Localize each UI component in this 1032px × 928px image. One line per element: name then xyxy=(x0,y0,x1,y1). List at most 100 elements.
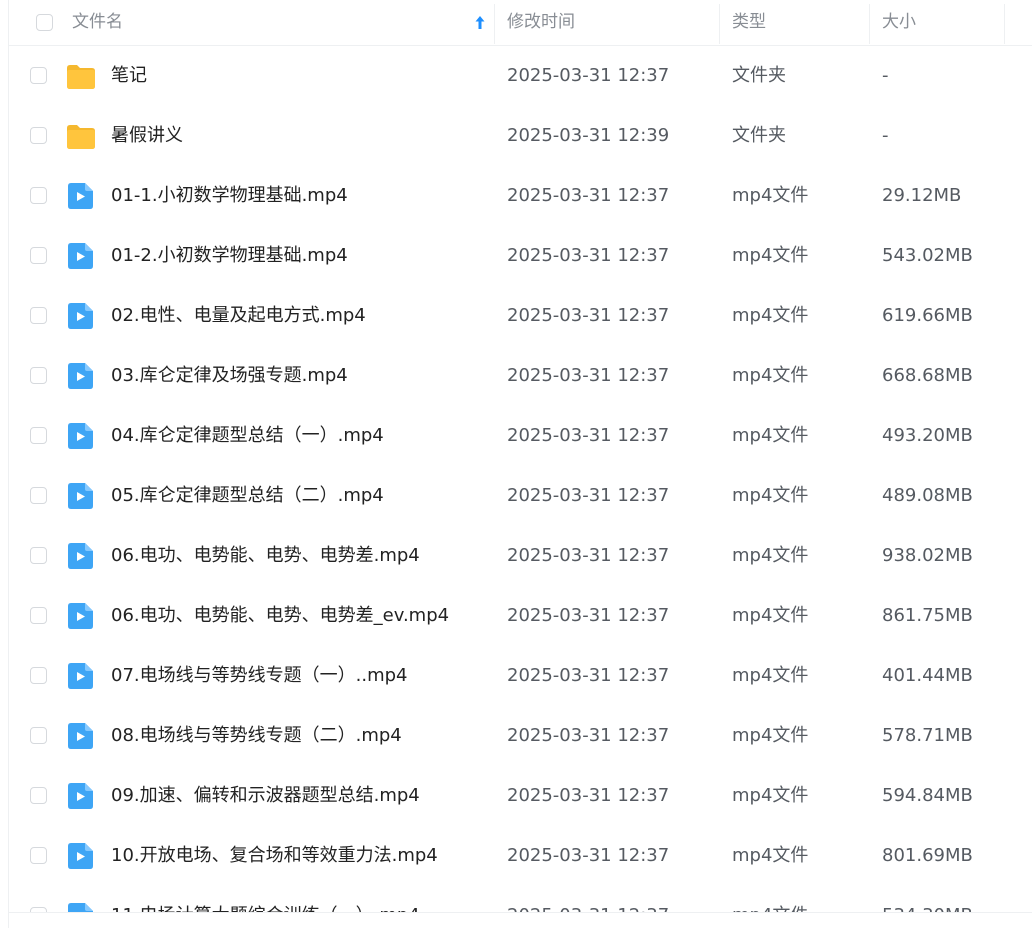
file-type: mp4文件 xyxy=(732,365,809,386)
row-checkbox[interactable] xyxy=(30,247,47,264)
file-modified-time: 2025-03-31 12:37 xyxy=(507,425,670,446)
row-checkbox[interactable] xyxy=(30,487,47,504)
row-checkbox[interactable] xyxy=(30,367,47,384)
list-bottom-fade xyxy=(9,913,1032,928)
video-file-icon xyxy=(68,303,93,329)
file-size: 489.08MB xyxy=(882,485,973,506)
column-header-name[interactable]: 文件名 xyxy=(72,0,123,45)
file-row[interactable]: 04.库仑定律题型总结（一）.mp4 2025-03-31 12:37 mp4文件 4… xyxy=(9,406,1032,466)
file-type: mp4文件 xyxy=(732,245,809,266)
row-checkbox[interactable] xyxy=(30,187,47,204)
row-checkbox[interactable] xyxy=(30,547,47,564)
file-name[interactable]: 07.电场线与等势线专题（一）..mp4 xyxy=(111,646,407,706)
column-divider[interactable] xyxy=(494,4,495,44)
video-file-icon xyxy=(68,363,93,389)
file-size: 801.69MB xyxy=(882,845,973,866)
file-name[interactable]: 04.库仑定律题型总结（一）.mp4 xyxy=(111,406,384,466)
file-type: mp4文件 xyxy=(732,725,809,746)
video-file-icon xyxy=(68,663,93,689)
video-file-icon xyxy=(68,543,93,569)
column-header-type[interactable]: 类型 xyxy=(732,0,766,45)
file-name[interactable]: 09.加速、偏转和示波器题型总结.mp4 xyxy=(111,766,420,826)
file-size: 578.71MB xyxy=(882,725,973,746)
row-checkbox[interactable] xyxy=(30,667,47,684)
file-size: 29.12MB xyxy=(882,185,962,206)
folder-icon xyxy=(67,65,95,89)
file-row[interactable]: 06.电功、电势能、电势、电势差_ev.mp4 2025-03-31 12:37 m… xyxy=(9,586,1032,646)
file-name[interactable]: 10.开放电场、复合场和等效重力法.mp4 xyxy=(111,826,438,886)
file-modified-time: 2025-03-31 12:37 xyxy=(507,785,670,806)
file-modified-time: 2025-03-31 12:37 xyxy=(507,605,670,626)
select-all-checkbox[interactable] xyxy=(36,14,53,31)
file-size: 401.44MB xyxy=(882,665,973,686)
video-file-icon xyxy=(68,243,93,269)
file-row[interactable]: 10.开放电场、复合场和等效重力法.mp4 2025-03-31 12:37 mp4… xyxy=(9,826,1032,886)
row-checkbox[interactable] xyxy=(30,847,47,864)
file-name[interactable]: 02.电性、电量及起电方式.mp4 xyxy=(111,286,366,346)
row-checkbox[interactable] xyxy=(30,307,47,324)
file-name[interactable]: 05.库仑定律题型总结（二）.mp4 xyxy=(111,466,384,526)
file-modified-time: 2025-03-31 12:37 xyxy=(507,665,670,686)
file-size: 861.75MB xyxy=(882,605,973,626)
video-file-icon xyxy=(68,783,93,809)
file-type: mp4文件 xyxy=(732,845,809,866)
file-type: 文件夹 xyxy=(732,125,786,146)
file-list: 笔记 2025-03-31 12:37 文件夹 - 暑假讲义 2025-03-31 12:… xyxy=(9,46,1032,928)
row-checkbox[interactable] xyxy=(30,607,47,624)
file-type: mp4文件 xyxy=(732,425,809,446)
file-list-page: 文件名 修改时间 类型 大小 笔记 2025-03-31 12:37 文件夹 - 暑假讲… xyxy=(0,0,1032,928)
file-type: mp4文件 xyxy=(732,185,809,206)
file-row[interactable]: 暑假讲义 2025-03-31 12:39 文件夹 - xyxy=(9,106,1032,166)
file-row[interactable]: 03.库仑定律及场强专题.mp4 2025-03-31 12:37 mp4文件 668… xyxy=(9,346,1032,406)
file-name[interactable]: 06.电功、电势能、电势、电势差_ev.mp4 xyxy=(111,586,449,646)
column-header-size[interactable]: 大小 xyxy=(882,0,916,45)
file-type: mp4文件 xyxy=(732,665,809,686)
file-row[interactable]: 笔记 2025-03-31 12:37 文件夹 - xyxy=(9,46,1032,106)
file-name[interactable]: 笔记 xyxy=(111,46,147,106)
file-name[interactable]: 暑假讲义 xyxy=(111,106,183,166)
file-size: - xyxy=(882,65,889,86)
file-modified-time: 2025-03-31 12:37 xyxy=(507,245,670,266)
file-modified-time: 2025-03-31 12:37 xyxy=(507,485,670,506)
file-row[interactable]: 06.电功、电势能、电势、电势差.mp4 2025-03-31 12:37 mp4文… xyxy=(9,526,1032,586)
file-modified-time: 2025-03-31 12:37 xyxy=(507,185,670,206)
row-checkbox[interactable] xyxy=(30,787,47,804)
video-file-icon xyxy=(68,723,93,749)
file-row[interactable]: 01-2.小初数学物理基础.mp4 2025-03-31 12:37 mp4文件 54… xyxy=(9,226,1032,286)
file-row[interactable]: 02.电性、电量及起电方式.mp4 2025-03-31 12:37 mp4文件 61… xyxy=(9,286,1032,346)
video-file-icon xyxy=(68,603,93,629)
file-modified-time: 2025-03-31 12:39 xyxy=(507,125,670,146)
file-name[interactable]: 06.电功、电势能、电势、电势差.mp4 xyxy=(111,526,420,586)
file-size: 493.20MB xyxy=(882,425,973,446)
file-row[interactable]: 05.库仑定律题型总结（二）.mp4 2025-03-31 12:37 mp4文件 4… xyxy=(9,466,1032,526)
column-divider[interactable] xyxy=(869,4,870,44)
row-checkbox[interactable] xyxy=(30,427,47,444)
file-row[interactable]: 09.加速、偏转和示波器题型总结.mp4 2025-03-31 12:37 mp4文… xyxy=(9,766,1032,826)
column-divider[interactable] xyxy=(719,4,720,44)
row-checkbox[interactable] xyxy=(30,727,47,744)
file-type: mp4文件 xyxy=(732,485,809,506)
file-modified-time: 2025-03-31 12:37 xyxy=(507,845,670,866)
row-checkbox[interactable] xyxy=(30,127,47,144)
file-row[interactable]: 08.电场线与等势线专题（二）.mp4 2025-03-31 12:37 mp4文件… xyxy=(9,706,1032,766)
file-name[interactable]: 01-2.小初数学物理基础.mp4 xyxy=(111,226,348,286)
file-modified-time: 2025-03-31 12:37 xyxy=(507,65,670,86)
file-name[interactable]: 03.库仑定律及场强专题.mp4 xyxy=(111,346,348,406)
folder-icon xyxy=(67,125,95,149)
row-checkbox[interactable] xyxy=(30,67,47,84)
file-row[interactable]: 07.电场线与等势线专题（一）..mp4 2025-03-31 12:37 mp4文… xyxy=(9,646,1032,706)
file-type: mp4文件 xyxy=(732,605,809,626)
sort-ascending-icon[interactable] xyxy=(473,14,487,32)
video-file-icon xyxy=(68,483,93,509)
file-type: 文件夹 xyxy=(732,65,786,86)
file-type: mp4文件 xyxy=(732,305,809,326)
column-divider[interactable] xyxy=(1004,4,1005,44)
file-modified-time: 2025-03-31 12:37 xyxy=(507,365,670,386)
file-row[interactable]: 01-1.小初数学物理基础.mp4 2025-03-31 12:37 mp4文件 29… xyxy=(9,166,1032,226)
file-type: mp4文件 xyxy=(732,785,809,806)
file-name[interactable]: 08.电场线与等势线专题（二）.mp4 xyxy=(111,706,402,766)
video-file-icon xyxy=(68,843,93,869)
file-modified-time: 2025-03-31 12:37 xyxy=(507,545,670,566)
file-name[interactable]: 01-1.小初数学物理基础.mp4 xyxy=(111,166,348,226)
column-header-modified-time[interactable]: 修改时间 xyxy=(507,0,575,45)
